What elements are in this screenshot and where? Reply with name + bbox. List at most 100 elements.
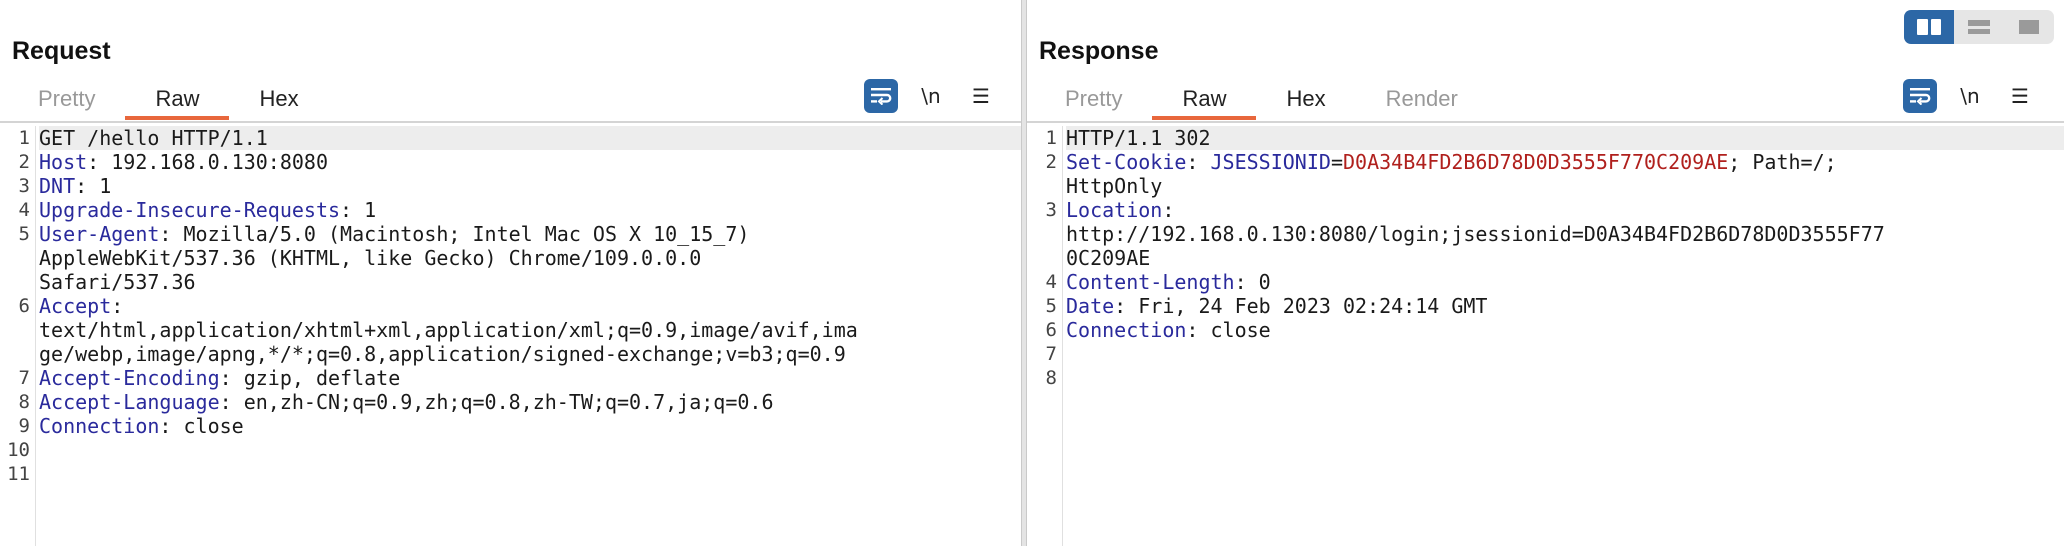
header-value: : gzip, deflate [219, 366, 401, 390]
line-text: Location: [1066, 198, 2064, 222]
line-number [0, 270, 39, 294]
header-value: ge/webp,image/apng,*/*;q=0.8,application… [39, 342, 846, 366]
header-value: : 1 [75, 174, 112, 198]
header-value: ; Path=/; [1728, 150, 1837, 174]
code-line: 7 [1027, 342, 2064, 366]
line-number [1027, 222, 1066, 246]
wrap-lines-icon [871, 88, 892, 105]
side-by-side-view-button[interactable] [1904, 10, 1954, 44]
line-number: 2 [18, 151, 30, 173]
header-name: Accept-Encoding [39, 366, 220, 390]
tab-raw[interactable]: Raw [125, 84, 230, 120]
line-number: 2 [1045, 151, 1057, 173]
code-line: 0C209AE [1027, 246, 2064, 270]
code-line: text/html,application/xhtml+xml,applicat… [0, 318, 1021, 342]
single-pane-view-button[interactable] [2004, 10, 2054, 44]
request-toolbar: \n ☰ [864, 79, 998, 113]
view-layout-toggle [1904, 10, 2054, 44]
show-newlines-button[interactable]: \n [914, 79, 948, 113]
header-name: Set-Cookie [1066, 150, 1187, 174]
line-number: 3 [1045, 199, 1057, 221]
header-value: HTTP/1.1 302 [1066, 126, 1211, 150]
header-value: : 0 [1234, 270, 1271, 294]
header-value: http://192.168.0.130:8080/login;jsession… [1066, 222, 1885, 246]
header-name: Connection [39, 414, 160, 438]
line-text: Accept-Encoding: gzip, deflate [39, 366, 1021, 390]
header-value: : 1 [340, 198, 377, 222]
side-by-side-icon [1917, 19, 1941, 35]
tab-pretty[interactable]: Pretty [1035, 84, 1152, 120]
header-name: User-Agent [39, 222, 160, 246]
code-line: Safari/537.36 [0, 270, 1021, 294]
tab-hex[interactable]: Hex [229, 84, 328, 120]
line-number: 9 [18, 415, 30, 437]
request-code-lines: 1 GET /hello HTTP/1.1 2 Host: 192.168.0.130… [0, 126, 1021, 486]
header-value: 0C209AE [1066, 246, 1151, 270]
tab-pretty[interactable]: Pretty [8, 84, 125, 120]
wrap-lines-button[interactable] [1903, 79, 1937, 113]
header-value: Safari/537.36 [39, 270, 196, 294]
line-text [1066, 342, 2064, 366]
line-number: 3 [18, 175, 30, 197]
line-text: DNT: 1 [39, 174, 1021, 198]
line-number [0, 246, 39, 270]
line-number [1027, 174, 1066, 198]
stacked-icon [1968, 20, 1990, 34]
line-number: 1 [18, 127, 30, 149]
code-line: 6 Accept: [0, 294, 1021, 318]
line-text: Host: 192.168.0.130:8080 [39, 150, 1021, 174]
tab-hex[interactable]: Hex [1256, 84, 1355, 120]
request-editor[interactable]: 1 GET /hello HTTP/1.1 2 Host: 192.168.0.130… [0, 126, 1021, 546]
header-name: Content-Length [1066, 270, 1235, 294]
code-line: ge/webp,image/apng,*/*;q=0.8,application… [0, 342, 1021, 366]
response-code-lines: 1 HTTP/1.1 302 2 Set-Cookie: JSESSIONID=D0A… [1027, 126, 2064, 390]
code-line: 8 Accept-Language: en,zh-CN;q=0.9,zh;q=0.… [0, 390, 1021, 414]
line-text [39, 438, 1021, 462]
code-line: 2 Set-Cookie: JSESSIONID=D0A34B4FD2B6D78D… [1027, 150, 2064, 174]
line-text: Connection: close [1066, 318, 2064, 342]
line-text: text/html,application/xhtml+xml,applicat… [39, 318, 1021, 342]
header-value: AppleWebKit/537.36 (KHTML, like Gecko) C… [39, 246, 702, 270]
response-tabs: Pretty Raw Hex Render [1035, 84, 1488, 122]
line-number: 8 [1045, 367, 1057, 389]
line-text: 0C209AE [1066, 246, 2064, 270]
response-editor[interactable]: 1 HTTP/1.1 302 2 Set-Cookie: JSESSIONID=D0A… [1027, 126, 2064, 546]
line-number [0, 342, 39, 366]
code-line: 3 DNT: 1 [0, 174, 1021, 198]
response-toolbar: \n ☰ [1903, 79, 2037, 113]
line-text: Set-Cookie: JSESSIONID=D0A34B4FD2B6D78D0… [1066, 150, 2064, 174]
response-tab-divider [1027, 121, 2064, 123]
line-number: 4 [18, 199, 30, 221]
header-name: JSESSIONID [1210, 150, 1331, 174]
code-line: HttpOnly [1027, 174, 2064, 198]
line-number: 7 [1045, 343, 1057, 365]
line-text [39, 462, 1021, 486]
single-pane-icon [2019, 20, 2039, 34]
line-number: 10 [7, 439, 30, 461]
header-value: : Mozilla/5.0 (Macintosh; Intel Mac OS X… [159, 222, 750, 246]
wrap-lines-button[interactable] [864, 79, 898, 113]
header-name: Connection [1066, 318, 1187, 342]
line-text: HttpOnly [1066, 174, 2064, 198]
line-number: 4 [1045, 271, 1057, 293]
line-text: Accept: [39, 294, 1021, 318]
line-number: 6 [18, 295, 30, 317]
code-line: 1 HTTP/1.1 302 [1027, 126, 2064, 150]
request-title: Request [12, 37, 111, 65]
menu-icon[interactable]: ☰ [2003, 79, 2037, 113]
header-value: GET /hello HTTP/1.1 [39, 126, 268, 150]
line-number: 11 [7, 463, 30, 485]
menu-icon[interactable]: ☰ [964, 79, 998, 113]
code-line: 2 Host: 192.168.0.130:8080 [0, 150, 1021, 174]
header-name: Date [1066, 294, 1115, 318]
code-line: 3 Location: [1027, 198, 2064, 222]
header-value: : close [159, 414, 244, 438]
line-number: 7 [18, 367, 30, 389]
tab-raw[interactable]: Raw [1152, 84, 1257, 120]
stacked-view-button[interactable] [1954, 10, 2004, 44]
tab-render[interactable]: Render [1356, 84, 1488, 120]
header-value: : 192.168.0.130:8080 [87, 150, 328, 174]
show-newlines-button[interactable]: \n [1953, 79, 1987, 113]
line-text: User-Agent: Mozilla/5.0 (Macintosh; Inte… [39, 222, 1021, 246]
line-number [1027, 246, 1066, 270]
